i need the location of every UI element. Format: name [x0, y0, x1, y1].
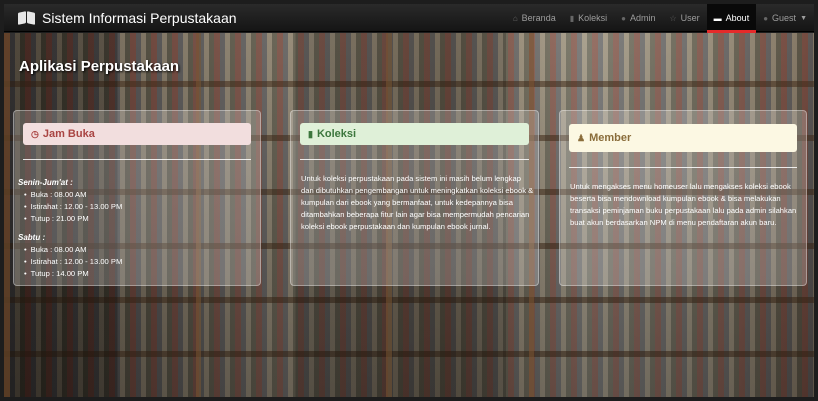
card-jam-buka-header: ◷ Jam Buka	[23, 123, 251, 145]
nav-item-koleksi[interactable]: ▮ Koleksi	[563, 4, 614, 32]
card-koleksi-title: Koleksi	[316, 128, 357, 140]
card-jam-buka: ◷ Jam Buka Senin-Jum'at : Buka : 08.00 A…	[13, 110, 261, 286]
schedule-saturday-list: Buka : 08.00 AM Istirahat : 12.00 - 13.0…	[18, 244, 256, 280]
card-koleksi-text: Untuk koleksi perpustakaan pada sistem i…	[301, 174, 534, 231]
nav-label-user: User	[680, 13, 700, 23]
nav-label-admin: Admin	[629, 13, 656, 23]
divider	[23, 159, 251, 160]
card-jam-buka-title: Jam Buka	[42, 128, 95, 140]
card-jam-buka-body: Senin-Jum'at : Buka : 08.00 AM Istirahat…	[18, 177, 256, 280]
page-title: Aplikasi Perpustakaan	[19, 58, 180, 75]
nav-menu: ⌂ Beranda ▮ Koleksi ● Admin ☆ User ▬ Abo…	[506, 4, 814, 33]
hero-section: Aplikasi Perpustakaan ◷ Jam Buka Senin-J…	[4, 33, 814, 397]
open-book-icon	[18, 11, 36, 25]
nav-label-guest: Guest	[772, 13, 797, 23]
home-icon: ⌂	[512, 13, 518, 23]
star-icon: ☆	[669, 13, 677, 23]
briefcase-icon: ▬	[713, 13, 722, 23]
schedule-weekday-title: Senin-Jum'at :	[18, 178, 73, 187]
card-member: ♟ Member Untuk mengakses menu homeuser l…	[559, 110, 807, 286]
user-icon: ●	[763, 13, 769, 23]
schedule-item: Buka : 08.00 AM	[18, 189, 256, 201]
bookshelf-decoration	[4, 33, 10, 397]
book-icon: ▮	[569, 13, 575, 23]
nav-item-beranda[interactable]: ⌂ Beranda	[506, 4, 563, 32]
nav-item-about[interactable]: ▬ About	[706, 4, 757, 33]
nav-label-koleksi: Koleksi	[578, 13, 608, 23]
divider	[569, 167, 797, 168]
user-icon: ♟	[577, 132, 586, 143]
book-icon: ▮	[308, 128, 313, 139]
schedule-item: Istirahat : 12.00 - 13.00 PM	[18, 256, 256, 268]
brand-title: Sistem Informasi Perpustakaan	[42, 10, 237, 26]
nav-label-about: About	[725, 13, 750, 23]
schedule-item: Istirahat : 12.00 - 13.00 PM	[18, 201, 256, 213]
brand[interactable]: Sistem Informasi Perpustakaan	[18, 9, 237, 27]
schedule-saturday-title: Sabtu :	[18, 233, 46, 242]
card-member-title: Member	[589, 132, 632, 144]
schedule-item: Tutup : 21.00 PM	[18, 213, 256, 225]
nav-label-beranda: Beranda	[521, 13, 556, 23]
schedule-weekday-list: Buka : 08.00 AM Istirahat : 12.00 - 13.0…	[18, 189, 256, 225]
card-koleksi-header: ▮ Koleksi	[300, 123, 529, 145]
navbar: Sistem Informasi Perpustakaan ⌂ Beranda …	[4, 4, 814, 33]
clock-icon: ◷	[31, 128, 39, 139]
nav-item-guest-dropdown[interactable]: ● Guest ▼	[756, 4, 814, 32]
user-icon: ●	[621, 13, 626, 23]
card-member-header: ♟ Member	[569, 124, 797, 152]
card-member-text: Untuk mengakses menu homeuser lalu menga…	[570, 182, 797, 227]
schedule-item: Tutup : 14.00 PM	[18, 268, 256, 280]
card-koleksi: ▮ Koleksi Untuk koleksi perpustakaan pad…	[290, 110, 539, 286]
divider	[300, 159, 529, 160]
caret-down-icon: ▼	[800, 14, 807, 22]
nav-item-admin[interactable]: ● Admin	[614, 4, 662, 32]
schedule-item: Buka : 08.00 AM	[18, 244, 256, 256]
nav-item-user[interactable]: ☆ User	[662, 4, 706, 32]
